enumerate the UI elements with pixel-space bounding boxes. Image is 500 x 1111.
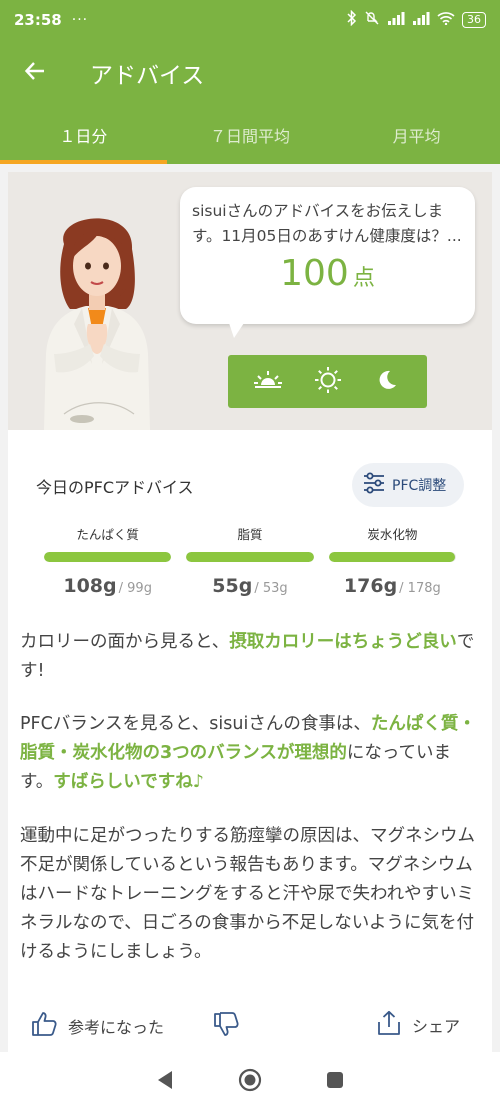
nutrient-fat: 脂質 55g/ 53g: [186, 524, 314, 597]
battery-indicator: 36: [462, 12, 486, 28]
sunrise-icon: [253, 369, 283, 395]
triangle-back-icon: [156, 1070, 174, 1094]
nutrient-progress-fill: [44, 552, 172, 562]
feedback-actions: 参考になった シェア: [8, 1008, 492, 1044]
pfc-adjust-button[interactable]: PFC調整: [352, 463, 464, 507]
advice-hero: sisuiさんのアドバイスをお伝えします。11月05日のあすけん健康度は？...…: [8, 172, 492, 430]
night-button[interactable]: [367, 362, 407, 402]
square-recents-icon: [326, 1071, 344, 1093]
status-notification-dots: ···: [71, 12, 89, 28]
nutrient-protein: たんぱく質 108g/ 99g: [44, 524, 172, 597]
back-button[interactable]: [0, 40, 70, 106]
nutrient-carbohydrate: 炭水化物 176g/ 178g: [328, 524, 456, 597]
nav-home-button[interactable]: [230, 1062, 270, 1102]
nav-back-button[interactable]: [145, 1062, 185, 1102]
advice-highlight: 摂取カロリーはちょうど良い: [229, 632, 457, 652]
tab-one-day[interactable]: １日分: [0, 106, 167, 164]
share-label: シェア: [412, 1017, 461, 1036]
morning-button[interactable]: [248, 362, 288, 402]
health-score-value: 100: [280, 253, 349, 294]
period-tabs: １日分 ７日間平均 月平均: [0, 106, 500, 164]
nutrient-progress-fill: [328, 552, 455, 562]
helpful-button[interactable]: 参考になった: [30, 1010, 164, 1042]
pfc-advice-title: 今日のPFCアドバイス: [36, 478, 194, 497]
advice-highlight: すばらしいですね♪: [53, 772, 204, 792]
nutrient-value: 176: [343, 575, 384, 597]
thumbs-up-icon: [30, 1010, 58, 1042]
moon-icon: [376, 369, 398, 395]
thumbs-down-icon: [212, 1010, 240, 1042]
advice-text: カロリーの面から見ると、: [20, 632, 230, 652]
sun-icon: [314, 366, 342, 398]
nav-recents-button[interactable]: [315, 1062, 355, 1102]
nutrient-target: / 53g: [254, 581, 288, 596]
pfc-adjust-label: PFC調整: [392, 478, 447, 494]
nutrient-amount: 55g/ 53g: [186, 575, 313, 597]
signal-icon-2: [412, 11, 430, 29]
noon-button[interactable]: [308, 362, 348, 402]
nutrient-progress-bar: [44, 552, 172, 562]
meal-time-toggle: [228, 355, 427, 408]
tab-seven-day-average[interactable]: ７日間平均: [167, 106, 334, 164]
nutrient-progress-bar: [328, 552, 456, 562]
advice-text: PFCバランスを見ると、sisuiさんの食事は、: [20, 714, 371, 734]
nutrient-target: / 99g: [118, 581, 152, 596]
nutrient-name: 炭水化物: [367, 527, 418, 542]
home-circle-icon: [238, 1068, 262, 1096]
nutrient-unit: g: [103, 575, 117, 597]
nutrition-tip: 運動中に足がつったりする筋痙攣の原因は、マグネシウム不足が関係しているという報告…: [20, 826, 475, 962]
sliders-icon: [362, 472, 386, 498]
nutrient-value: 108: [63, 575, 104, 597]
nutrient-amount: 176g/ 178g: [329, 575, 456, 597]
helpful-label: 参考になった: [68, 1018, 165, 1037]
nutrient-name: たんぱく質: [76, 527, 139, 542]
speech-bubble-tail: [228, 320, 246, 338]
nutrient-name: 脂質: [237, 527, 263, 542]
nutrient-unit: g: [238, 575, 253, 597]
bluetooth-icon: [347, 9, 357, 30]
pfc-nutrients: たんぱく質 108g/ 99g 脂質 55g/ 53g 炭水化物 176g/ 1…: [44, 524, 456, 597]
health-score: 100 点: [192, 253, 463, 294]
nutrient-target: / 178g: [399, 581, 441, 596]
status-icons: 36: [347, 9, 486, 30]
wifi-icon: [437, 11, 455, 29]
arrow-left-icon: [24, 60, 46, 86]
calorie-advice: カロリーの面から見ると、摂取カロリーはちょうど良いです!: [20, 628, 482, 686]
advice-intro-message: sisuiさんのアドバイスをお伝えします。11月05日のあすけん健康度は？...: [192, 202, 462, 245]
status-time: 23:58: [14, 11, 62, 29]
system-nav-bar: [0, 1052, 500, 1111]
nutrient-progress-fill: [186, 552, 314, 562]
status-bar: 23:58 ··· 36: [0, 0, 500, 40]
nutrient-value: 55: [212, 575, 239, 597]
share-button[interactable]: シェア: [376, 1010, 460, 1040]
signal-icon: [387, 11, 405, 29]
nutrient-amount: 108g/ 99g: [44, 575, 171, 597]
mute-icon: [364, 10, 380, 30]
pfc-balance-advice: PFCバランスを見ると、sisuiさんの食事は、たんぱく質・脂質・炭水化物の3つ…: [20, 710, 482, 797]
nutrient-progress-bar: [186, 552, 314, 562]
page-title: アドバイス: [90, 63, 205, 89]
advice-card: sisuiさんのアドバイスをお伝えします。11月05日のあすけん健康度は？...…: [8, 172, 492, 1052]
share-icon: [376, 1010, 402, 1040]
advisor-illustration: [34, 204, 160, 430]
app-bar: アドバイス: [0, 40, 500, 106]
tab-monthly-average[interactable]: 月平均: [333, 106, 500, 164]
advice-speech-bubble: sisuiさんのアドバイスをお伝えします。11月05日のあすけん健康度は？...…: [180, 187, 475, 324]
health-score-unit: 点: [352, 266, 375, 291]
not-helpful-button[interactable]: [212, 1010, 240, 1042]
nutrient-unit: g: [383, 575, 398, 597]
